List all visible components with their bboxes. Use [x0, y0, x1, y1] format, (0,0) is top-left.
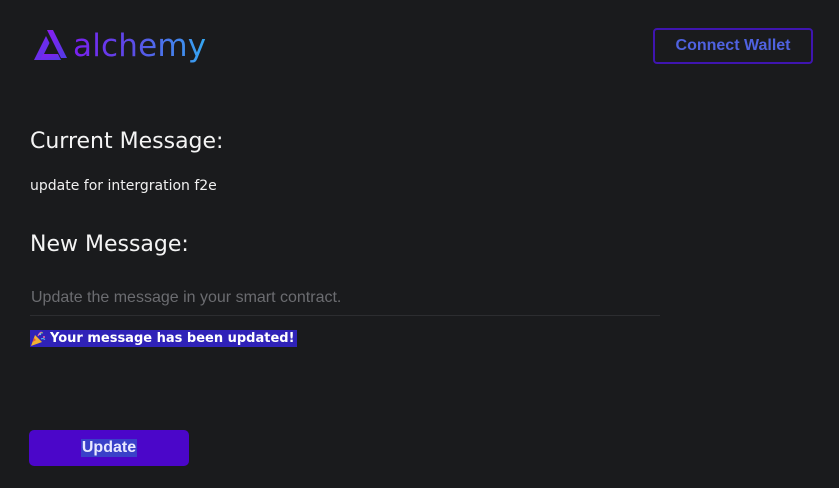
current-message-heading: Current Message: — [30, 129, 224, 154]
update-button[interactable]: Update — [29, 430, 189, 466]
logo-wordmark: alchemy — [73, 28, 207, 64]
status-text: Your message has been updated! — [50, 331, 295, 346]
page: alchemy Connect Wallet Current Message: … — [0, 0, 839, 488]
alchemy-logo-icon — [34, 30, 67, 60]
alchemy-logo[interactable]: alchemy — [33, 25, 206, 65]
current-message-text: update for intergration f2e — [30, 178, 217, 194]
new-message-heading: New Message: — [30, 232, 189, 257]
connect-wallet-button[interactable]: Connect Wallet — [653, 28, 813, 64]
new-message-input[interactable] — [30, 280, 660, 316]
status-message: Your message has been updated! — [30, 330, 297, 347]
party-popper-icon — [31, 331, 46, 346]
update-button-label: Update — [80, 439, 138, 457]
